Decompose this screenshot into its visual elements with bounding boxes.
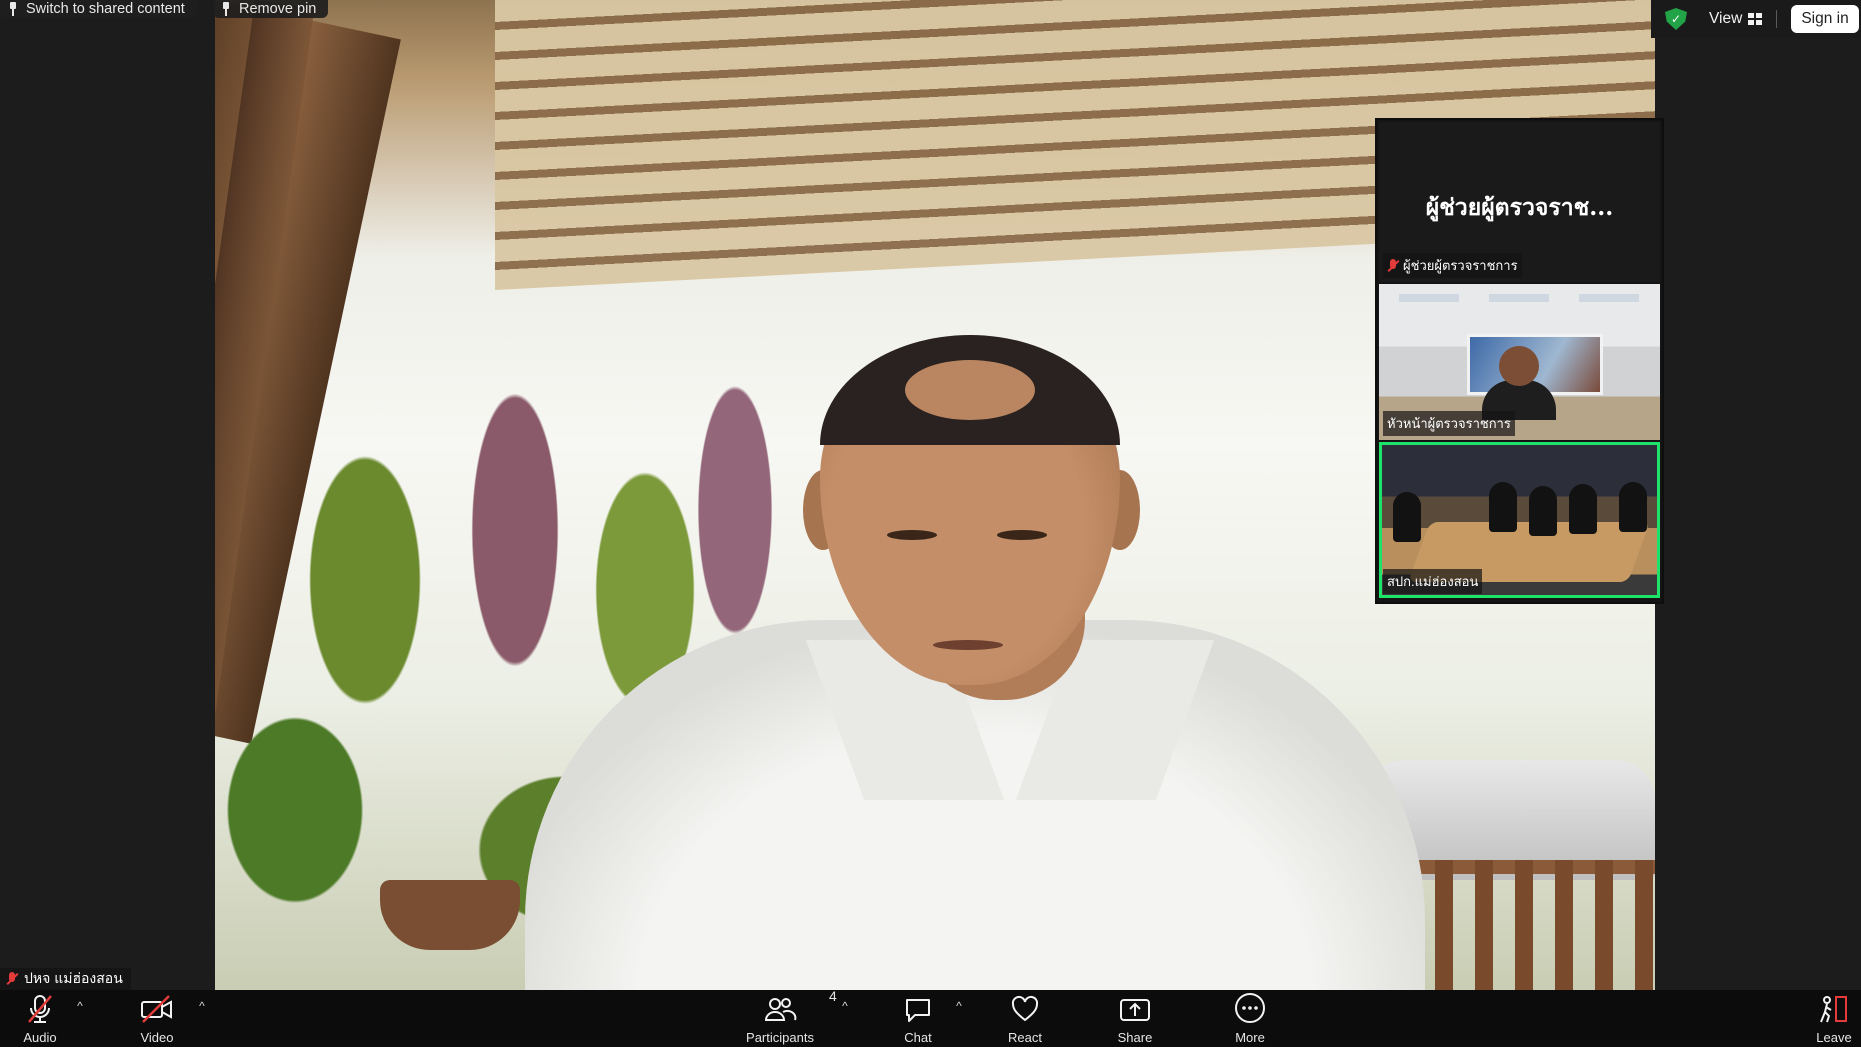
video-options-chevron-up-icon[interactable]: ^ xyxy=(196,1000,208,1012)
background-pot xyxy=(380,880,520,950)
participants-count: 4 xyxy=(829,988,837,1004)
chat-label: Chat xyxy=(904,1030,932,1045)
muted-mic-icon xyxy=(1387,258,1399,273)
pin-icon xyxy=(8,2,18,16)
participant-head xyxy=(1499,346,1539,386)
top-right-controls: ✓ View Sign in xyxy=(1651,0,1861,38)
main-speaker-name-tag: ปหจ แม่ฮ่องสอน xyxy=(0,968,131,990)
thumbnail-tile-assistant-inspector[interactable]: ผู้ช่วยผู้ตรวจราช... ผู้ช่วยผู้ตรวจราชกา… xyxy=(1379,122,1660,282)
muted-mic-icon xyxy=(6,972,18,986)
more-button[interactable]: More xyxy=(1230,990,1270,1047)
video-stage: Switch to shared content Remove pin ✓ Vi… xyxy=(0,0,1861,990)
remove-pin-button[interactable]: Remove pin xyxy=(213,0,329,18)
participants-label: Participants xyxy=(746,1030,814,1045)
share-screen-icon xyxy=(1119,990,1151,1024)
thumbnail-name-label: หัวหน้าผู้ตรวจราชการ xyxy=(1387,416,1511,431)
thumbnail-display-name: ผู้ช่วยผู้ตรวจราช... xyxy=(1425,194,1614,221)
leave-door-icon xyxy=(1817,990,1851,1024)
background-railing xyxy=(1395,860,1655,990)
thumbnail-name-label: ผู้ช่วยผู้ตรวจราชการ xyxy=(1403,258,1518,273)
switch-to-shared-content-label: Switch to shared content xyxy=(26,1,185,17)
thumbnail-name-label: สปก.แม่ฮ่องสอน xyxy=(1387,574,1479,589)
share-button[interactable]: Share xyxy=(1115,990,1155,1047)
view-button[interactable]: View xyxy=(1709,10,1763,28)
switch-to-shared-content-button[interactable]: Switch to shared content xyxy=(0,0,197,18)
thumbnail-tile-chief-inspector[interactable]: หัวหน้าผู้ตรวจราชการ xyxy=(1379,284,1660,440)
more-label: More xyxy=(1235,1030,1265,1045)
chat-options-chevron-up-icon[interactable]: ^ xyxy=(953,1000,965,1012)
meeting-toolbar: Audio ^ Video ^ 4 Participants ^ Chat ^ … xyxy=(0,988,1861,1047)
meeting-participant xyxy=(1569,484,1597,534)
thumbnail-tile-meeting-room[interactable]: สปก.แม่ฮ่องสอน xyxy=(1379,442,1660,598)
chat-bubble-icon xyxy=(903,990,933,1024)
pin-icon xyxy=(221,2,231,16)
meeting-participant xyxy=(1619,482,1647,532)
muted-microphone-icon xyxy=(25,990,55,1024)
meeting-participant xyxy=(1393,492,1421,542)
thumbnail-name-tag: สปก.แม่ฮ่องสอน xyxy=(1383,569,1483,594)
speaker-eye-left xyxy=(887,530,937,540)
participant-thumbnails-panel[interactable]: ผู้ช่วยผู้ตรวจราช... ผู้ช่วยผู้ตรวจราชกา… xyxy=(1375,118,1664,604)
heart-icon xyxy=(1010,990,1040,1024)
chat-button[interactable]: Chat xyxy=(898,990,938,1047)
main-speaker-name: ปหจ แม่ฮ่องสอน xyxy=(24,970,123,986)
speaker-forehead xyxy=(905,360,1035,420)
participants-options-chevron-up-icon[interactable]: ^ xyxy=(839,1000,851,1012)
thumbnail-name-tag: ผู้ช่วยผู้ตรวจราชการ xyxy=(1383,253,1522,278)
video-button[interactable]: Video xyxy=(137,990,177,1047)
speaker-eye-right xyxy=(997,530,1047,540)
share-label: Share xyxy=(1117,1030,1153,1045)
grid-view-icon xyxy=(1748,13,1763,25)
audio-button[interactable]: Audio xyxy=(20,990,60,1047)
video-label: Video xyxy=(140,1030,174,1045)
toolbar-divider xyxy=(1776,10,1778,28)
meeting-participant xyxy=(1529,486,1557,536)
thumbnail-name-tag: หัวหน้าผู้ตรวจราชการ xyxy=(1383,411,1515,436)
office-ceiling-lights xyxy=(1399,294,1639,302)
remove-pin-label: Remove pin xyxy=(239,1,317,17)
leave-label: Leave xyxy=(1816,1030,1852,1045)
security-shield-icon[interactable]: ✓ xyxy=(1665,8,1687,30)
view-label: View xyxy=(1709,10,1743,27)
video-off-icon xyxy=(140,990,174,1024)
audio-options-chevron-up-icon[interactable]: ^ xyxy=(74,1000,86,1012)
more-dots-icon xyxy=(1234,990,1266,1024)
react-button[interactable]: React xyxy=(1005,990,1045,1047)
sign-in-button[interactable]: Sign in xyxy=(1791,5,1859,33)
leave-button[interactable]: Leave xyxy=(1811,990,1857,1047)
speaker-mouth xyxy=(933,640,1003,650)
react-label: React xyxy=(1008,1030,1042,1045)
participants-icon: 4 xyxy=(763,988,837,1024)
participants-button[interactable]: 4 Participants xyxy=(735,988,837,1047)
meeting-participant xyxy=(1489,482,1517,532)
audio-label: Audio xyxy=(23,1030,57,1045)
